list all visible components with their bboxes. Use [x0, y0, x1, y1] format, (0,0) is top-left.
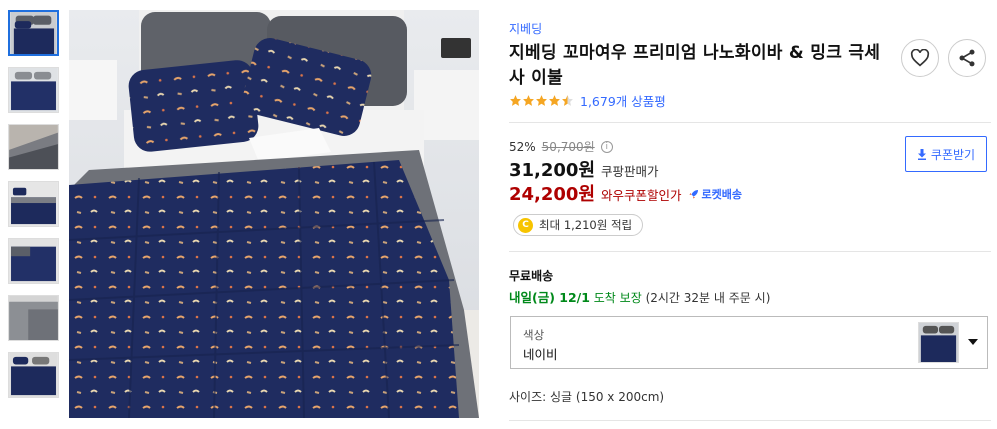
- star-icon: [549, 94, 560, 106]
- caret-down-icon: [968, 339, 978, 345]
- thumbnail-image: [9, 68, 58, 112]
- star-icon: [536, 94, 547, 106]
- main-product-image[interactable]: [69, 10, 479, 418]
- rocket-delivery-badge: 로켓배송: [688, 186, 742, 202]
- shipping-condition: (2시간 32분 내 주문 시): [645, 291, 771, 305]
- thumbnail-3[interactable]: [8, 124, 59, 170]
- rocket-icon: [689, 190, 698, 199]
- star-icon: [523, 94, 534, 106]
- wow-price-row: 24,200원 와우쿠폰할인가 로켓배송: [509, 180, 742, 206]
- points-badge: C 최대 1,210원 적립: [513, 214, 644, 236]
- thumbnail-list: [8, 10, 60, 409]
- rocket-delivery-label: 로켓배송: [701, 188, 743, 201]
- thumbnail-4[interactable]: [8, 181, 59, 227]
- thumbnail-image: [9, 125, 58, 169]
- review-count-link[interactable]: 1,679개 상품평: [580, 91, 666, 110]
- share-button[interactable]: [948, 39, 986, 77]
- thumbnail-image: [9, 296, 58, 340]
- thumbnail-1[interactable]: [8, 10, 59, 56]
- shipping-date: 내일(금) 12/1: [509, 290, 590, 305]
- size-label: 사이즈:: [509, 390, 547, 404]
- discount-rate: 52%: [509, 139, 536, 154]
- divider: [509, 251, 991, 252]
- discount-row: 52% 50,700원 i: [509, 138, 613, 155]
- coupon-button-label: 쿠폰받기: [930, 147, 976, 162]
- sale-price-row: 31,200원 쿠팡판매가: [509, 156, 659, 182]
- original-price: 50,700원: [541, 140, 595, 154]
- option-value: 네이비: [523, 347, 558, 362]
- heart-icon: [910, 49, 930, 67]
- coin-icon: C: [518, 217, 533, 233]
- points-text: 최대 1,210원 적립: [539, 218, 633, 232]
- wow-price: 24,200원: [509, 184, 596, 205]
- sale-price: 31,200원: [509, 160, 596, 181]
- wishlist-button[interactable]: [901, 39, 939, 77]
- shipping-title: 무료배송: [509, 269, 554, 283]
- shipping-info: 내일(금) 12/1 도착 보장 (2시간 32분 내 주문 시): [509, 287, 770, 306]
- price-info-icon[interactable]: i: [600, 140, 613, 153]
- thumbnail-image: [10, 12, 57, 54]
- divider: [509, 122, 991, 123]
- share-icon: [959, 49, 975, 67]
- option-label: 색상: [523, 328, 545, 342]
- divider: [509, 420, 991, 421]
- product-title: 지베딩 꼬마여우 프리미엄 나노화이바 & 밍크 극세사 이불: [509, 43, 881, 88]
- wow-price-label: 와우쿠폰할인가: [601, 188, 682, 203]
- star-half-icon: [562, 94, 573, 106]
- bedding-photo: [69, 10, 479, 418]
- coupon-download-button[interactable]: 쿠폰받기: [905, 136, 987, 172]
- star-rating: [509, 94, 574, 107]
- sale-price-label: 쿠팡판매가: [601, 164, 659, 179]
- brand-link[interactable]: 지베딩: [509, 20, 542, 37]
- thumbnail-5[interactable]: [8, 238, 59, 284]
- product-info: 지베딩 지베딩 꼬마여우 프리미엄 나노화이바 & 밍크 극세사 이불 1,67…: [509, 0, 991, 429]
- thumbnail-7[interactable]: [8, 352, 59, 398]
- thumbnail-image: [9, 353, 58, 397]
- thumbnail-image: [9, 182, 58, 226]
- thumbnail-image: [9, 239, 58, 283]
- thumbnail-6[interactable]: [8, 295, 59, 341]
- download-icon: [917, 148, 926, 160]
- shipping-guarantee: 도착 보장: [593, 291, 642, 305]
- size-info: 사이즈: 싱글 (150 x 200cm): [509, 388, 664, 405]
- star-icon: [510, 94, 521, 106]
- option-thumbnail-image: [919, 323, 958, 362]
- thumbnail-2[interactable]: [8, 67, 59, 113]
- size-value: 싱글 (150 x 200cm): [550, 390, 665, 404]
- rating-row: 1,679개 상품평: [509, 91, 666, 109]
- option-thumbnail: [918, 322, 959, 363]
- color-option-select[interactable]: 색상 네이비: [510, 316, 988, 369]
